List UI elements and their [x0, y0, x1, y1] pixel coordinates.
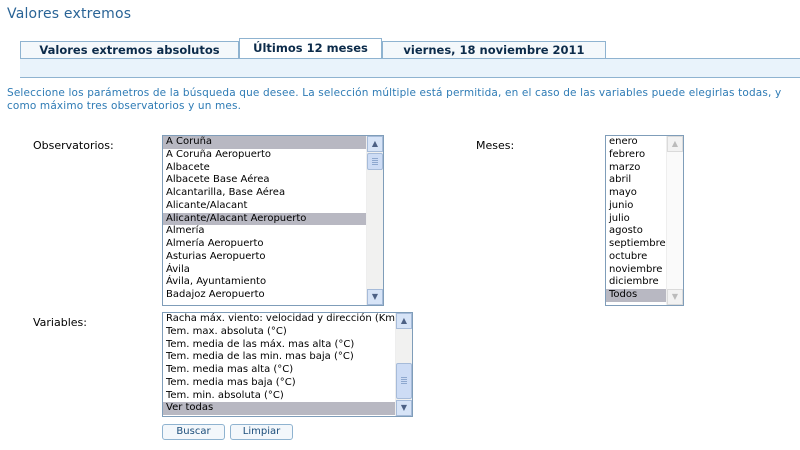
variables-listbox[interactable]: Racha máx. viento: velocidad y dirección… — [162, 312, 413, 417]
meses-options: enero febrero marzo abril mayo junio julio agos… — [606, 136, 666, 305]
observatorios-listbox[interactable]: A Coruña A Coruña Aeropuerto Albacete Albac… — [162, 135, 384, 306]
observatorios-label: Observatorios: — [33, 139, 114, 152]
list-option[interactable]: Ávila, Ayuntamiento — [163, 276, 366, 289]
tab-strip: Valores extremos absolutos Últimos 12 me… — [0, 38, 800, 59]
list-option[interactable]: Tem. min. absoluta (°C) — [163, 390, 395, 403]
list-option[interactable]: Tem. media mas baja (°C) — [163, 377, 395, 390]
list-option[interactable]: Tem. media mas alta (°C) — [163, 364, 395, 377]
observatorios-scrollbar[interactable]: ▲ ▼ — [366, 136, 383, 305]
scroll-thumb[interactable] — [367, 153, 383, 170]
tab-fecha-actual[interactable]: viernes, 18 noviembre 2011 — [382, 41, 606, 58]
scroll-up-icon[interactable]: ▲ — [367, 136, 383, 152]
list-option[interactable]: Albacete Base Aérea — [163, 174, 366, 187]
list-option[interactable]: noviembre — [606, 264, 666, 277]
list-option[interactable]: Almería Aeropuerto — [163, 238, 366, 251]
variables-options: Racha máx. viento: velocidad y dirección… — [163, 313, 395, 416]
list-option[interactable]: agosto — [606, 225, 666, 238]
list-option[interactable]: Racha máx. viento: velocidad y dirección… — [163, 313, 395, 326]
scroll-thumb[interactable] — [396, 363, 412, 399]
list-option[interactable]: Alicante/Alacant — [163, 200, 366, 213]
list-option[interactable]: enero — [606, 136, 666, 149]
list-option[interactable]: Tem. media de las máx. mas alta (°C) — [163, 339, 395, 352]
scroll-up-icon: ▲ — [667, 136, 683, 152]
scroll-down-icon[interactable]: ▼ — [396, 400, 412, 416]
scroll-up-icon[interactable]: ▲ — [396, 313, 412, 329]
list-option[interactable]: septiembre — [606, 238, 666, 251]
list-option[interactable]: Alicante/Alacant Aeropuerto — [163, 212, 366, 226]
scroll-down-icon[interactable]: ▼ — [367, 289, 383, 305]
list-option[interactable]: junio — [606, 200, 666, 213]
list-option[interactable]: Asturias Aeropuerto — [163, 251, 366, 264]
tab-content-bar — [20, 58, 800, 78]
instructions-text: Seleccione los parámetros de la búsqueda… — [7, 87, 782, 112]
list-option[interactable]: Ávila — [163, 264, 366, 277]
list-option[interactable]: A Coruña — [163, 136, 366, 149]
variables-label: Variables: — [33, 316, 87, 329]
list-option[interactable]: Todos — [606, 289, 666, 302]
list-option[interactable]: Albacete — [163, 162, 366, 175]
list-option[interactable]: Almería — [163, 225, 366, 238]
tab-valores-extremos-absolutos[interactable]: Valores extremos absolutos — [20, 41, 239, 58]
meses-scrollbar: ▲ ▼ — [666, 136, 683, 305]
search-button[interactable]: Buscar — [162, 424, 225, 440]
list-option[interactable]: Ver todas — [163, 402, 395, 415]
list-option[interactable]: diciembre — [606, 276, 666, 289]
list-option[interactable]: octubre — [606, 251, 666, 264]
meses-label: Meses: — [476, 139, 515, 152]
clear-button[interactable]: Limpiar — [230, 424, 293, 440]
list-option[interactable]: Badajoz Aeropuerto — [163, 289, 366, 302]
list-option[interactable]: Alcantarilla, Base Aérea — [163, 187, 366, 200]
scroll-down-icon: ▼ — [667, 289, 683, 305]
list-option[interactable]: Tem. media de las min. mas baja (°C) — [163, 351, 395, 364]
page-title: Valores extremos — [7, 6, 132, 22]
observatorios-options: A Coruña A Coruña Aeropuerto Albacete Albac… — [163, 136, 366, 305]
variables-scrollbar[interactable]: ▲ ▼ — [395, 313, 412, 416]
list-option[interactable]: febrero — [606, 149, 666, 162]
list-option[interactable]: marzo — [606, 162, 666, 175]
list-option[interactable]: A Coruña Aeropuerto — [163, 149, 366, 162]
list-option[interactable]: mayo — [606, 187, 666, 200]
list-option[interactable]: julio — [606, 213, 666, 226]
list-option[interactable]: abril — [606, 174, 666, 187]
list-option[interactable]: Tem. max. absoluta (°C) — [163, 326, 395, 339]
meses-listbox[interactable]: enero febrero marzo abril mayo junio julio agos… — [605, 135, 684, 306]
tab-ultimos-12-meses[interactable]: Últimos 12 meses — [239, 38, 382, 59]
